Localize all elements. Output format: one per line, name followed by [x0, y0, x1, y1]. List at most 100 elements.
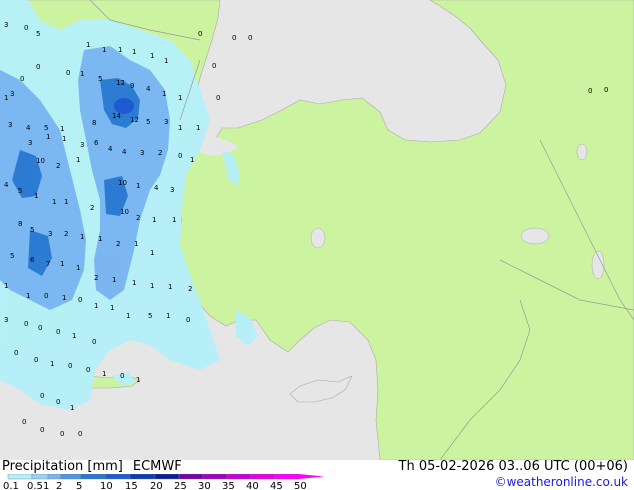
- precip-value: 4: [122, 148, 127, 156]
- precip-value: 1: [126, 312, 130, 320]
- scale-label: 10: [100, 481, 113, 490]
- precip-value: 12: [116, 79, 125, 87]
- precip-value: 1: [110, 304, 114, 312]
- precip-value: 8: [92, 119, 96, 127]
- scale-label: 35: [222, 481, 235, 490]
- precip-value: 1: [80, 233, 84, 241]
- precip-value: 3: [140, 149, 144, 157]
- scale-label: 0.1: [3, 481, 19, 490]
- scale-box: [104, 474, 131, 480]
- precip-value: 4: [146, 85, 151, 93]
- scale-labels: 0.1 0.5 1 2 5 10 15 20 25 30 35 40 45 50: [3, 481, 307, 490]
- precip-value: 1: [178, 124, 182, 132]
- precip-value: 5: [30, 226, 34, 234]
- precip-value: 1: [134, 240, 138, 248]
- precip-value: 3: [170, 186, 174, 194]
- precip-value: 6: [94, 139, 99, 147]
- precip-value: 3: [164, 118, 168, 126]
- scale-label: 5: [76, 481, 82, 490]
- precip-value: 0: [56, 328, 60, 336]
- precip-value: 2: [94, 274, 98, 282]
- precip-value: 5: [44, 124, 48, 132]
- precip-value: 0: [120, 372, 124, 380]
- precip-value: 1: [102, 370, 106, 378]
- precip-value: 3: [28, 139, 32, 147]
- precip-value: 1: [150, 249, 154, 257]
- precip-value: 1: [70, 404, 74, 412]
- scale-arrow: [299, 474, 324, 479]
- precip-value: 0: [40, 426, 44, 434]
- precip-value: 4: [108, 145, 113, 153]
- scale-label: 50: [294, 481, 307, 490]
- scale-label: 15: [125, 481, 138, 490]
- precip-value: 10: [36, 157, 45, 165]
- precip-value: 0: [66, 69, 70, 77]
- precip-value: 1: [94, 302, 98, 310]
- precip-value: 0: [216, 94, 220, 102]
- precip-value: 1: [4, 282, 8, 290]
- scale-label: 45: [270, 481, 283, 490]
- precip-value: 0: [186, 316, 190, 324]
- scale-boxes: [7, 474, 324, 480]
- precip-value: 1: [76, 264, 80, 272]
- precip-value: 0: [24, 24, 28, 32]
- precip-value: 3: [8, 121, 12, 129]
- precip-value: 1: [132, 279, 136, 287]
- scale-box: [274, 474, 300, 480]
- scale-box: [178, 474, 204, 480]
- precip-value: 1: [62, 294, 66, 302]
- precip-value: 5: [10, 252, 14, 260]
- precip-value: 1: [164, 57, 168, 65]
- scale-box: [129, 474, 156, 480]
- scale-label: 20: [150, 481, 163, 490]
- precip-value: 0: [14, 349, 18, 357]
- precip-value: 3: [4, 316, 8, 324]
- precip-value: 0: [56, 398, 60, 406]
- precip-value: 1: [196, 124, 200, 132]
- precip-value: 9: [130, 82, 134, 90]
- precip-value: 0: [60, 430, 64, 438]
- credit-link[interactable]: ©weatheronline.co.uk: [495, 475, 628, 489]
- precip-value: 2: [90, 204, 94, 212]
- scale-label: 25: [174, 481, 187, 490]
- precip-value: 1: [136, 376, 140, 384]
- precip-value: 1: [76, 156, 80, 164]
- precip-value: 8: [18, 220, 22, 228]
- precip-value: 0: [178, 152, 182, 160]
- precip-value: 0: [40, 392, 44, 400]
- precip-value: 1: [72, 332, 76, 340]
- precip-value: 1: [4, 94, 8, 102]
- precip-value: 1: [132, 48, 136, 56]
- precip-value: 1: [178, 94, 182, 102]
- scale-label: 1: [43, 481, 49, 490]
- precip-value: 1: [64, 198, 68, 206]
- precip-value: 1: [86, 41, 90, 49]
- precip-value: 5: [98, 75, 102, 83]
- precip-value: 3: [4, 21, 8, 29]
- precip-value: 4: [154, 184, 159, 192]
- precipitation-map: 3 050011 1 1 110 0 000001310 15 12 9 411 13 4 5 1814 12…: [0, 0, 634, 460]
- precip-value: 12: [130, 116, 139, 124]
- precip-value: 1: [112, 276, 116, 284]
- precip-value: 2: [136, 214, 140, 222]
- precip-value: 2: [116, 240, 120, 248]
- precip-value: 1: [172, 216, 176, 224]
- scale-label: 0.5: [27, 481, 43, 490]
- scale-box: [47, 474, 62, 480]
- footer-title: Precipitation [mm] ECMWF: [2, 459, 186, 474]
- scale-box: [80, 474, 106, 480]
- precip-value: 0: [232, 34, 236, 42]
- precip-value: 0: [22, 418, 26, 426]
- precip-value: 2: [188, 285, 192, 293]
- precip-value: 0: [38, 324, 42, 332]
- precip-value: 0: [86, 366, 90, 374]
- lake-east: [576, 143, 588, 161]
- lake-tuz: [310, 227, 326, 249]
- precip-value: 5: [36, 30, 40, 38]
- precip-value: 0: [212, 62, 216, 70]
- precip-value: 0: [24, 320, 28, 328]
- scale-label: 2: [56, 481, 62, 490]
- precip-value: 0: [92, 338, 96, 346]
- precip-value: 2: [64, 230, 68, 238]
- precip-value: 1: [150, 52, 154, 60]
